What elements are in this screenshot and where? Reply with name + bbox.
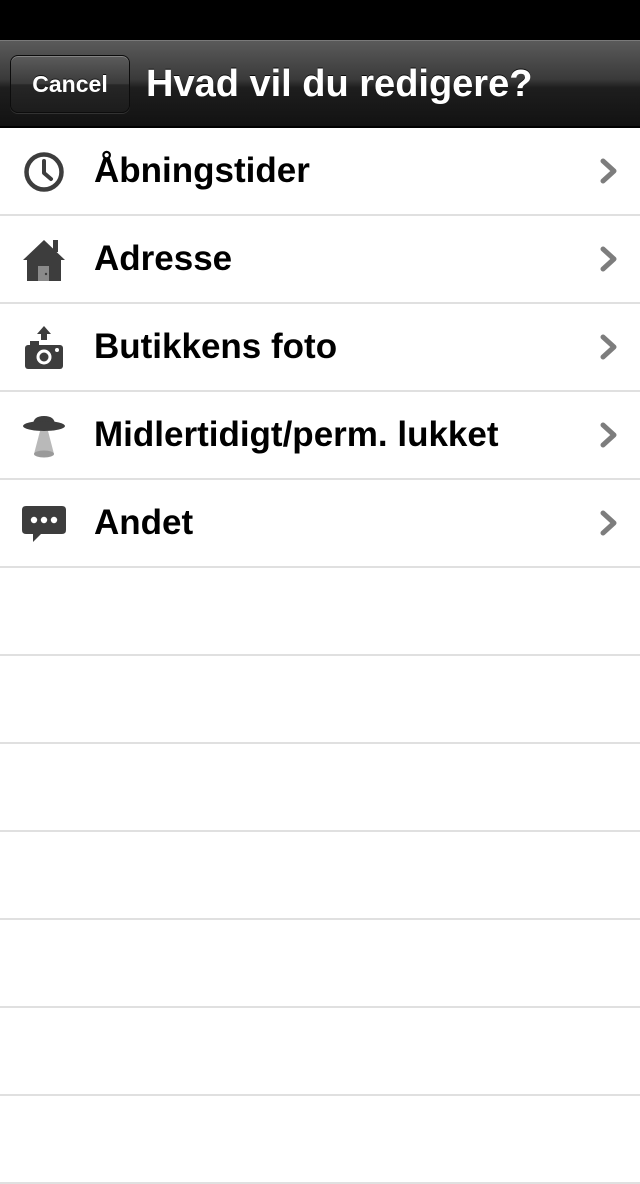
list-item-label: Åbningstider: [94, 151, 310, 190]
list-item-label: Andet: [94, 503, 194, 542]
edit-options-list: Åbningstider Adresse Butikkens foto Midl…: [0, 128, 640, 1184]
speech-bubble-icon: [20, 500, 68, 548]
chevron-right-icon: [600, 334, 617, 360]
list-item-opening-hours[interactable]: Åbningstider: [0, 128, 640, 216]
list-item-label: Midlertidigt/perm. lukket: [94, 415, 499, 454]
empty-row: [0, 1008, 640, 1096]
chevron-right-icon: [600, 422, 617, 448]
house-icon: [20, 236, 68, 284]
empty-row: [0, 568, 640, 656]
list-item-store-photo[interactable]: Butikkens foto: [0, 304, 640, 392]
empty-row: [0, 832, 640, 920]
list-item-other[interactable]: Andet: [0, 480, 640, 568]
camera-upload-icon: [20, 324, 68, 372]
chevron-right-icon: [600, 246, 617, 272]
list-item-address[interactable]: Adresse: [0, 216, 640, 304]
empty-row: [0, 744, 640, 832]
empty-row: [0, 1096, 640, 1184]
cancel-button[interactable]: Cancel: [10, 55, 130, 113]
status-bar: [0, 0, 640, 40]
ufo-icon: [20, 412, 68, 460]
list-item-temporarily-closed[interactable]: Midlertidigt/perm. lukket: [0, 392, 640, 480]
list-item-label: Adresse: [94, 239, 233, 278]
chevron-right-icon: [600, 510, 617, 536]
empty-row: [0, 656, 640, 744]
chevron-right-icon: [600, 158, 617, 184]
empty-row: [0, 920, 640, 1008]
clock-icon: [20, 148, 68, 196]
navigation-bar: Cancel Hvad vil du redigere?: [0, 40, 640, 128]
list-item-label: Butikkens foto: [94, 327, 338, 366]
page-title: Hvad vil du redigere?: [146, 63, 533, 105]
